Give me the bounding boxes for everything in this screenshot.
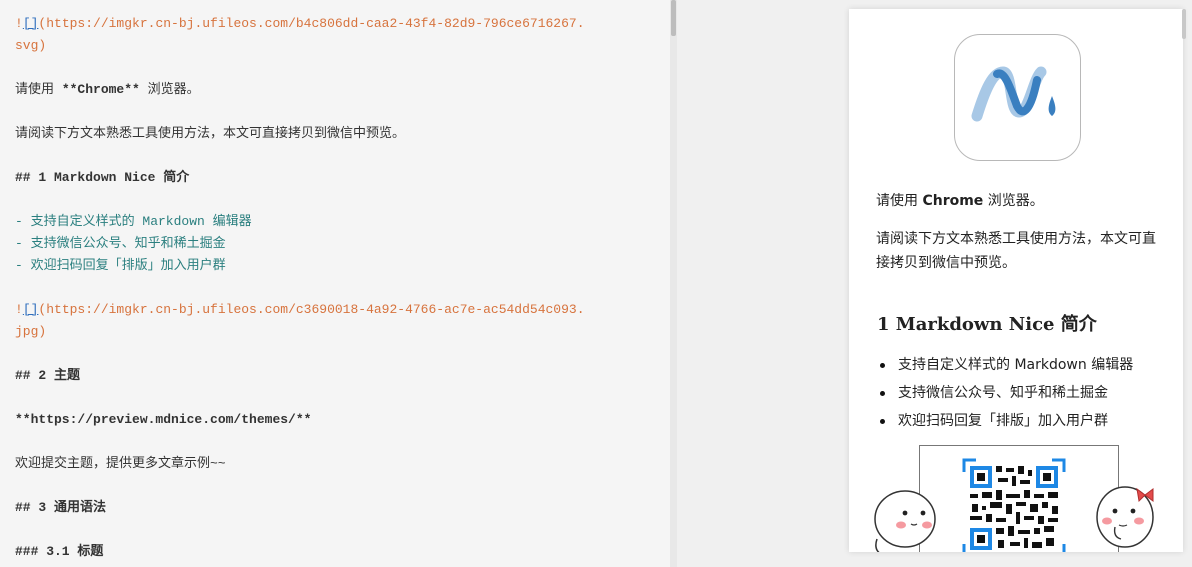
editor-line-image-2: ![](https://imgkr.cn-bj.ufileos.com/c369… [15,302,585,317]
preview-feature-list: 支持自定义样式的 Markdown 编辑器 支持微信公众号、知乎和稀土掘金 欢迎… [876,351,1133,435]
editor-line-heading-1: ## 1 Markdown Nice 简介 [15,170,190,185]
editor-line-heading-2: ## 2 主题 [15,368,81,383]
qr-code-card [919,445,1119,552]
preview-heading-1: 1 Markdown Nice 简介 [877,314,1097,335]
markdown-editor[interactable]: ![](https://imgkr.cn-bj.ufileos.com/b4c8… [0,0,670,567]
editor-line-list-1: - 支持自定义样式的 Markdown 编辑器 [15,214,252,229]
preview-paragraph-chrome: 请使用 Chrome 浏览器。 [876,193,1044,209]
editor-line-image-1-tail: svg) [15,38,47,53]
list-item: 支持自定义样式的 Markdown 编辑器 [876,351,1133,379]
list-item: 欢迎扫码回复「排版」加入用户群 [876,407,1133,435]
preview-paragraph-read: 请阅读下方文本熟悉工具使用方法，本文可直接拷贝到微信中预览。 [876,231,1156,271]
editor-scrollbar-thumb[interactable] [671,0,676,36]
editor-line-heading-3-1: ### 3.1 标题 [15,544,104,559]
editor-line-read: 请阅读下方文本熟悉工具使用方法，本文可直接拷贝到微信中预览。 [15,126,406,141]
editor-line-image-1: ![](https://imgkr.cn-bj.ufileos.com/b4c8… [15,16,585,31]
preview-scrollbar-thumb[interactable] [1182,9,1186,39]
editor-line-image-2-tail: jpg) [15,324,47,339]
mdnice-logo-icon [971,66,1056,122]
preview-pane[interactable]: 请使用 Chrome 浏览器。 请阅读下方文本熟悉工具使用方法，本文可直接拷贝到… [849,9,1183,552]
editor-line-welcome: 欢迎提交主题，提供更多文章示例~~ [15,456,226,471]
list-item: 支持微信公众号、知乎和稀土掘金 [876,379,1133,407]
editor-scrollbar-track[interactable] [670,0,677,567]
mdnice-logo [954,34,1081,161]
qr-code-image [962,458,1066,552]
editor-line-heading-3: ## 3 通用语法 [15,500,107,515]
editor-line-chrome: 请使用 **Chrome** 浏览器。 [15,82,200,97]
mascot-left-icon [874,490,936,552]
editor-line-themes-link: **https://preview.mdnice.com/themes/** [15,412,312,427]
editor-content: ![](https://imgkr.cn-bj.ufileos.com/b4c8… [15,13,655,563]
editor-line-list-3: - 欢迎扫码回复「排版」加入用户群 [15,258,226,273]
mascot-right-icon [1096,486,1154,548]
editor-line-list-2: - 支持微信公众号、知乎和稀土掘金 [15,236,226,251]
